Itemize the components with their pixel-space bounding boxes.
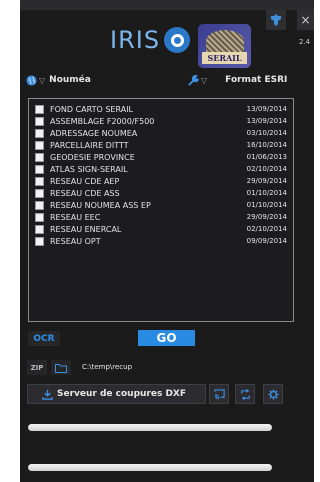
layer-date: 03/10/2014 [246, 129, 287, 137]
list-item[interactable]: ASSEMBLAGE F2000/F500 13/09/2014 [35, 115, 287, 127]
layer-checkbox[interactable] [35, 104, 44, 114]
close-button[interactable]: × [297, 10, 314, 30]
layer-checkbox[interactable] [35, 200, 44, 210]
serail-logo-text: SERAIL [202, 52, 247, 64]
list-item[interactable]: RESEAU OPT 09/09/2014 [35, 235, 287, 247]
list-item[interactable]: RESEAU CDE AEP 29/09/2014 [35, 175, 287, 187]
chevron-down-icon: ▽ [201, 75, 208, 85]
list-item[interactable]: RESEAU CDE ASS 01/10/2014 [35, 187, 287, 199]
layer-name: RESEAU EEC [50, 212, 101, 222]
progress-bar [28, 464, 272, 471]
layer-checkbox[interactable] [35, 224, 44, 234]
layer-name: RESEAU CDE AEP [50, 176, 120, 186]
dxf-server-button[interactable]: Serveur de coupures DXF [27, 384, 206, 404]
list-item[interactable]: ADRESSAGE NOUMEA 03/10/2014 [35, 127, 287, 139]
go-button[interactable]: GO [138, 330, 195, 346]
title-bar[interactable] [20, 0, 314, 10]
list-item[interactable]: GEODESIE PROVINCE 01/06/2013 [35, 151, 287, 163]
layer-name: GEODESIE PROVINCE [50, 152, 135, 162]
format-label: Format ESRI [225, 75, 288, 85]
list-item[interactable]: FOND CARTO SERAIL 13/09/2014 [35, 103, 287, 115]
progress-bar [28, 424, 272, 431]
layer-date: 09/09/2014 [246, 237, 287, 245]
gear-icon [267, 388, 279, 400]
layer-date: 13/09/2014 [246, 105, 287, 113]
folder-icon [55, 363, 67, 373]
layer-date: 01/06/2013 [246, 153, 287, 161]
layer-date: 01/10/2014 [246, 189, 287, 197]
ocr-button[interactable]: OCR [28, 331, 60, 346]
layer-date: 13/09/2014 [246, 117, 287, 125]
layer-name: RESEAU OPT [50, 236, 101, 246]
main-window: × 2.4 IRIS SERAIL ▽ Nouméa ▽ Format ESRI… [20, 0, 314, 482]
layer-checkbox[interactable] [35, 140, 44, 150]
download-icon [42, 389, 53, 400]
list-item[interactable]: PARCELLAIRE DITTT 16/10/2014 [35, 139, 287, 151]
cast-icon [213, 388, 225, 399]
layer-checkbox[interactable] [35, 212, 44, 222]
layer-name: ADRESSAGE NOUMEA [50, 128, 138, 138]
layer-date: 16/10/2014 [246, 141, 287, 149]
location-label: Nouméa [49, 75, 91, 85]
refresh-button[interactable] [235, 384, 255, 404]
layer-checkbox[interactable] [35, 128, 44, 138]
wrench-icon [188, 74, 199, 86]
list-item[interactable]: RESEAU ENERCAL 02/10/2014 [35, 223, 287, 235]
layer-date: 01/10/2014 [246, 201, 287, 209]
chevron-down-icon: ▽ [39, 75, 46, 85]
iris-logo: IRIS [110, 26, 191, 54]
layer-checkbox[interactable] [35, 188, 44, 198]
globe-icon [26, 74, 37, 86]
layer-name: ASSEMBLAGE F2000/F500 [50, 116, 155, 126]
layer-date: 29/09/2014 [246, 213, 287, 221]
layer-checkbox[interactable] [35, 164, 44, 174]
layer-list[interactable]: FOND CARTO SERAIL 13/09/2014 ASSEMBLAGE … [28, 98, 294, 322]
layer-checkbox[interactable] [35, 152, 44, 162]
layer-name: PARCELLAIRE DITTT [50, 140, 129, 150]
serail-logo: SERAIL [198, 24, 251, 68]
layer-date: 02/10/2014 [246, 165, 287, 173]
list-item[interactable]: ATLAS SIGN-SERAIL 02/10/2014 [35, 163, 287, 175]
layer-name: RESEAU ENERCAL [50, 224, 122, 234]
layer-checkbox[interactable] [35, 176, 44, 186]
layer-name: RESEAU CDE ASS [50, 188, 120, 198]
layer-name: FOND CARTO SERAIL [50, 104, 134, 114]
refresh-icon [240, 388, 250, 400]
location-selector[interactable]: ▽ Nouméa [26, 72, 91, 88]
dxf-server-label: Serveur de coupures DXF [57, 389, 187, 399]
open-folder-button[interactable] [51, 360, 71, 375]
layer-date: 02/10/2014 [246, 225, 287, 233]
layer-name: ATLAS SIGN-SERAIL [50, 164, 128, 174]
iris-logo-icon [164, 27, 191, 53]
format-selector[interactable]: ▽ Format ESRI [188, 72, 287, 88]
settings-button[interactable] [263, 384, 283, 404]
zip-button[interactable]: ZIP [27, 360, 47, 375]
layer-checkbox[interactable] [35, 236, 44, 246]
layer-checkbox[interactable] [35, 116, 44, 126]
pin-button[interactable] [266, 10, 286, 30]
logo-text: IRIS [110, 26, 161, 54]
list-item[interactable]: RESEAU EEC 29/09/2014 [35, 211, 287, 223]
cast-button[interactable] [209, 384, 229, 404]
layer-name: RESEAU NOUMEA ASS EP [50, 200, 151, 210]
list-item[interactable]: RESEAU NOUMEA ASS EP 01/10/2014 [35, 199, 287, 211]
version-label: 2.4 [299, 38, 311, 46]
output-path: C:\temp\recup [82, 363, 133, 371]
pin-icon [271, 14, 281, 26]
layer-date: 29/09/2014 [246, 177, 287, 185]
